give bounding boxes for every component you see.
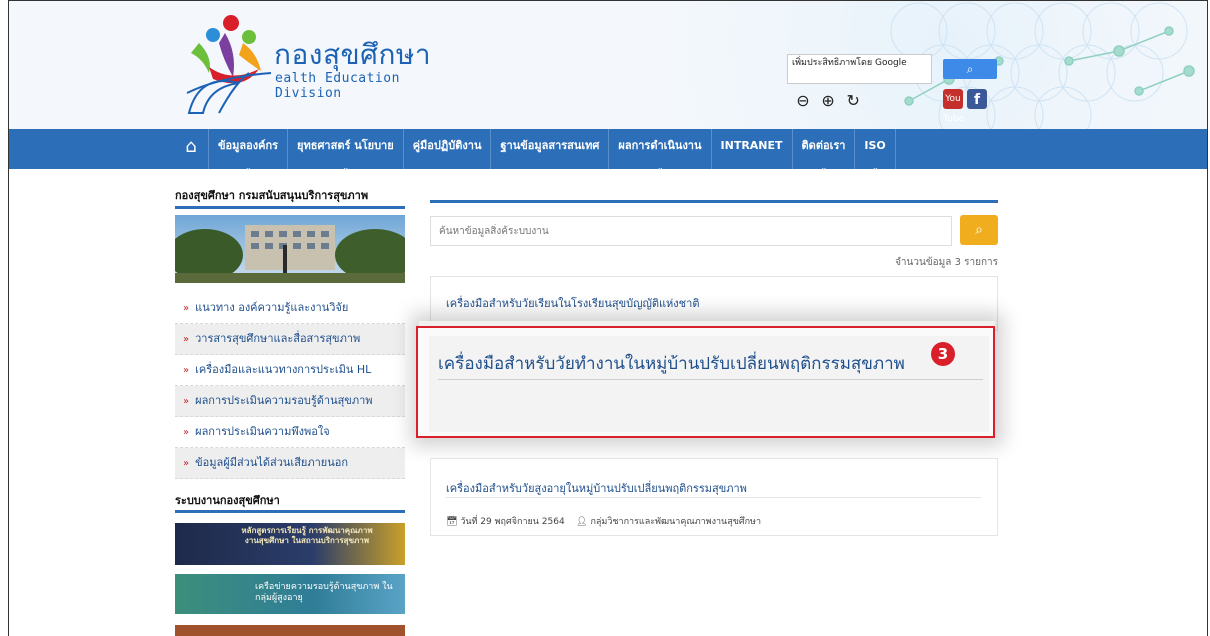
building-photo [175, 215, 405, 283]
search-button[interactable]: ⌕ [960, 215, 998, 245]
chevron-down-icon: ⌄ [245, 163, 252, 172]
nav-item-iso[interactable]: ISO ⌄ [855, 129, 896, 172]
side-menu-item[interactable]: » แนวทาง องค์ความรู้และงานวิจัย [175, 293, 405, 324]
home-icon[interactable]: ⌂ [174, 129, 209, 169]
side-menu: » แนวทาง องค์ความรู้และงานวิจัย » วารสารสุ… [175, 293, 405, 479]
search-icon: ⌕ [975, 222, 983, 238]
result-title-link[interactable]: เครื่องมือสำหรับวัยเรียนในโรงเรียนสุขบัญ… [446, 294, 699, 312]
elderly-network-banner[interactable]: เครือข่ายความรอบรู้ด้านสุขภาพ ในกลุ่มผู้… [175, 574, 405, 614]
divider [175, 510, 405, 513]
site-logo[interactable]: กองสุขศึกษา ealth Education Division [179, 13, 439, 123]
side-menu-item[interactable]: » ผลการประเมินความพึงพอใจ [175, 417, 405, 448]
zoom-in-icon[interactable]: ⊕ [819, 91, 837, 110]
banner-partial[interactable] [175, 625, 405, 636]
google-search-label: เพิ่มประสิทธิภาพโดย Google [792, 58, 907, 68]
search-input-wrapper [430, 216, 952, 246]
chevron-down-icon: ⌄ [656, 163, 664, 172]
site-header: กองสุขศึกษา ealth Education Division เพิ… [9, 1, 1207, 129]
chevron-down-icon: ⌄ [820, 163, 828, 172]
nav-item-strategy[interactable]: ยุทธศาสตร์ นโยบาย ⌄ [288, 129, 404, 172]
side-menu-item[interactable]: » วารสารสุขศึกษาและสื่อสารสุขภาพ [175, 324, 405, 355]
chevron-down-icon: ⌄ [872, 163, 879, 172]
system-section-title: ระบบงานกองสุขศึกษา [175, 494, 280, 507]
logo-figure-icon [186, 15, 272, 114]
chevron-right-icon: » [183, 365, 190, 376]
result-meta: 📅︎ วันที่ 29 พฤศจิกายน 2564 👤︎ กลุ่มวิชา… [446, 514, 761, 528]
result-org: กลุ่มวิชาการและพัฒนาคุณภาพงานสุขศึกษา [590, 517, 762, 527]
main-nav: ⌂ ข้อมูลองค์กร ⌄ ยุทธศาสตร์ นโยบาย ⌄ คู่มื… [9, 129, 1207, 172]
decorative-pattern [890, 2, 1195, 129]
font-size-controls: ⊖ ⊕ ↻ [794, 91, 864, 110]
result-card: เครื่องมือสำหรับวัยสูงอายุในหมู่บ้านปรับ… [430, 458, 998, 536]
chevron-right-icon: » [183, 303, 190, 314]
search-icon: ⌕ [966, 62, 974, 76]
divider [446, 497, 981, 498]
nav-item-database[interactable]: ฐานข้อมูลสารสนเทศ [491, 129, 610, 169]
banner-text: หลักสูตรการเรียนรู้ การพัฒนาคุณภาพงานสุข… [241, 526, 373, 545]
divider [175, 206, 405, 209]
result-title-link[interactable]: เครื่องมือสำหรับวัยทำงานในหมู่บ้านปรับเป… [438, 350, 905, 377]
user-icon: 👤︎ [576, 517, 588, 527]
google-search-button[interactable]: ⌕ [943, 59, 997, 79]
side-menu-item[interactable]: » เครื่องมือและแนวทางการประเมิน HL [175, 355, 405, 386]
youtube-icon[interactable]: You Tube [943, 89, 964, 124]
left-section-title: กองสุขศึกษา กรมสนับสนุนบริการสุขภาพ [175, 189, 369, 202]
nav-item-organization[interactable]: ข้อมูลองค์กร ⌄ [209, 129, 289, 172]
chevron-down-icon: ⌄ [342, 163, 350, 172]
nav-item-results[interactable]: ผลการดำเนินงาน ⌄ [609, 129, 712, 172]
chevron-right-icon: » [183, 334, 190, 345]
facebook-icon[interactable]: f [967, 89, 987, 109]
chevron-right-icon: » [183, 396, 190, 407]
logo-english-text: ealth Education Division [275, 71, 400, 101]
zoom-out-icon[interactable]: ⊖ [794, 91, 812, 110]
elearning-banner[interactable]: หลักสูตรการเรียนรู้ การพัฒนาคุณภาพงานสุข… [175, 523, 405, 565]
search-input[interactable] [431, 217, 941, 245]
annotation-badge: 3 [931, 342, 955, 366]
divider [438, 379, 983, 380]
side-menu-item[interactable]: » ข้อมูลผู้มีส่วนได้ส่วนเสียภายนอก [175, 448, 405, 479]
browser-frame: กองสุขศึกษา ealth Education Division เพิ… [8, 0, 1208, 636]
result-date: วันที่ 29 พฤศจิกายน 2564 [460, 517, 565, 527]
nav-item-contact[interactable]: ติดต่อเรา ⌄ [793, 129, 856, 172]
result-title-link[interactable]: เครื่องมือสำหรับวัยสูงอายุในหมู่บ้านปรับ… [446, 479, 747, 497]
banner-text: เครือข่ายความรอบรู้ด้านสุขภาพ ในกลุ่มผู้… [255, 582, 393, 603]
chevron-right-icon: » [183, 427, 190, 438]
result-count: จำนวนข้อมูล 3 รายการ [895, 257, 998, 268]
chevron-right-icon: » [183, 458, 190, 469]
nav-item-manual[interactable]: คู่มือปฏิบัติงาน [404, 129, 492, 169]
nav-item-intranet[interactable]: INTRANET [712, 129, 793, 169]
calendar-icon: 📅︎ [446, 517, 458, 527]
side-menu-item[interactable]: » ผลการประเมินความรอบรู้ด้านสุขภาพ [175, 386, 405, 417]
reset-icon[interactable]: ↻ [844, 91, 862, 110]
divider [430, 200, 998, 203]
